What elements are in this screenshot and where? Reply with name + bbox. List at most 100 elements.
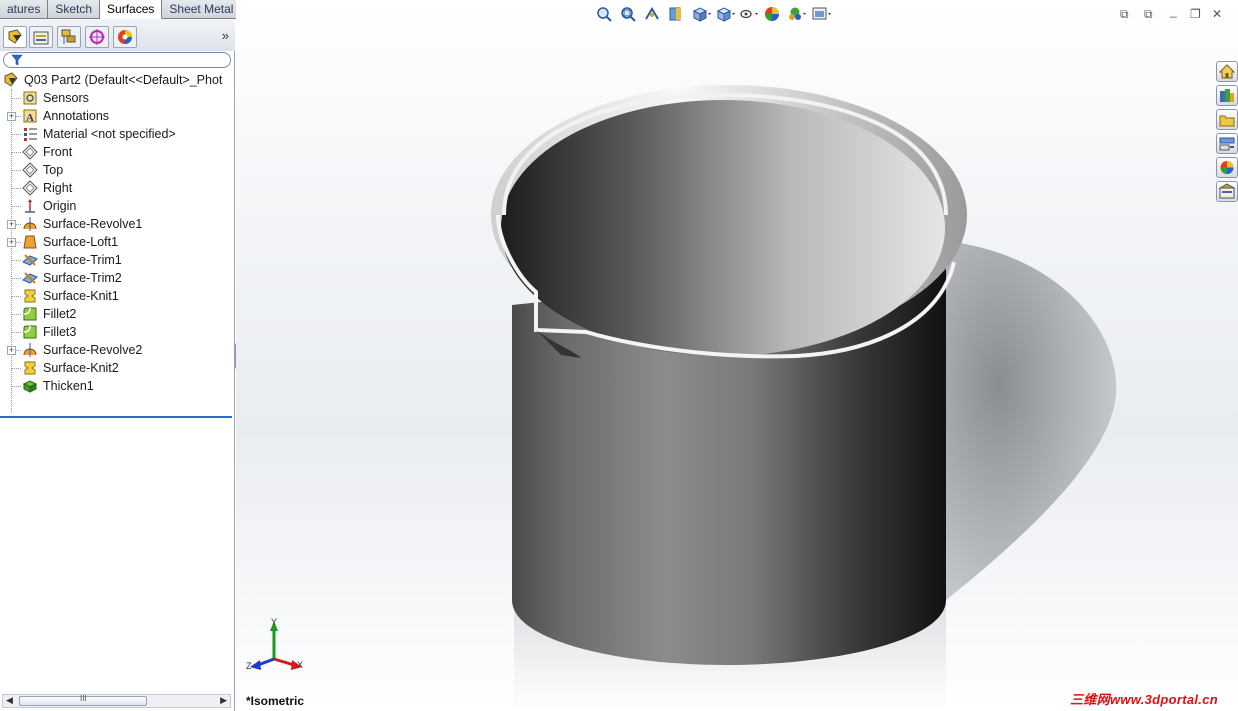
heads-up-view-toolbar [594, 5, 832, 25]
tree-item-label: Surface-Knit1 [43, 289, 119, 303]
appearances-icon[interactable] [1216, 157, 1238, 178]
surface-trim-icon [22, 272, 38, 284]
task-pane-tabs [1216, 61, 1238, 205]
display-style-icon[interactable] [714, 5, 736, 23]
section-view-icon[interactable] [666, 5, 688, 23]
tree-item-surface-trim2[interactable]: Surface-Trim2 [0, 269, 234, 287]
tree-item-origin[interactable]: Origin [0, 197, 234, 215]
triad-x-label: X [297, 660, 303, 670]
filter-icon [11, 54, 23, 66]
feature-manager-icon[interactable] [3, 26, 27, 48]
tile-right-icon[interactable]: ⧉ [1144, 7, 1153, 22]
tree-item-label: Front [43, 145, 73, 159]
watermark-text: 三维网www.3dportal.cn [1070, 692, 1218, 707]
plane-icon [22, 144, 38, 160]
surface-revolve-icon [23, 343, 37, 357]
feature-manager-panel: » Q03 Part2 (Default<<Default>_Phot Sens… [0, 19, 235, 711]
tree-item-surface-trim1[interactable]: Surface-Trim1 [0, 251, 234, 269]
tree-item-label: Right [43, 181, 73, 195]
view-settings-icon[interactable] [810, 5, 832, 23]
tree-item-label: Surface-Revolve2 [43, 343, 143, 357]
minimize-icon[interactable]: _ [1170, 4, 1177, 18]
tree-item-surface-revolve2[interactable]: + Surface-Revolve2 [0, 341, 234, 359]
tree-item-fillet2[interactable]: Fillet2 [0, 305, 234, 323]
tree-item-label: Sensors [43, 91, 89, 105]
tab-sketch[interactable]: Sketch [48, 0, 101, 19]
expand-toggle[interactable]: + [7, 238, 16, 247]
tab-atures[interactable]: atures [0, 0, 49, 19]
tree-item-label: Surface-Revolve1 [43, 217, 143, 231]
tree-item-label: Surface-Trim1 [43, 253, 122, 267]
view-orientation-label: *Isometric [246, 694, 305, 708]
tree-item-surface-knit2[interactable]: Surface-Knit2 [0, 359, 234, 377]
tile-left-icon[interactable]: ⧉ [1120, 7, 1129, 22]
tab-surfaces[interactable]: Surfaces [100, 0, 163, 19]
tree-item-right[interactable]: Right [0, 179, 234, 197]
tree-item-label: Top [43, 163, 64, 177]
tab-sheet-metal[interactable]: Sheet Metal [162, 0, 242, 19]
configuration-manager-icon[interactable] [57, 26, 81, 48]
scroll-grip: III [80, 694, 87, 703]
tree-item-surface-revolve1[interactable]: + Surface-Revolve1 [0, 215, 234, 233]
tree-root-part[interactable]: Q03 Part2 (Default<<Default>_Phot [0, 71, 234, 89]
tree-rollback-bar[interactable] [0, 416, 232, 418]
tree-item-sensors[interactable]: Sensors [0, 89, 234, 107]
material-icon [24, 128, 37, 141]
triad-z-label: Z [246, 661, 252, 671]
tree-item-top[interactable]: Top [0, 161, 234, 179]
scroll-right-arrow[interactable]: ▶ [220, 695, 227, 706]
tree-item-label: Surface-Knit2 [43, 361, 119, 375]
tree-item-label: Annotations [43, 109, 110, 123]
tree-horizontal-scrollbar[interactable]: ◀ III ▶ [2, 694, 231, 708]
file-explorer-icon[interactable] [1216, 109, 1238, 130]
tree-item-label: Origin [43, 199, 77, 213]
scroll-thumb[interactable]: III [19, 694, 147, 706]
dimxpert-manager-icon[interactable] [85, 26, 109, 48]
origin-icon [25, 199, 35, 213]
tree-item-surface-loft1[interactable]: + Surface-Loft1 [0, 233, 234, 251]
thicken-icon [22, 380, 38, 393]
beaker-model[interactable] [236, 0, 1238, 711]
plane-icon [22, 162, 38, 178]
graphics-area[interactable]: ⧉ ⧉ _ ❐ ✕ Y X Z *Isometric 三维网www.3dport… [236, 0, 1238, 711]
design-library-icon[interactable] [1216, 85, 1238, 106]
restore-icon[interactable]: ❐ [1190, 7, 1201, 21]
tree-item-label: Surface-Trim2 [43, 271, 122, 285]
surface-revolve-icon [23, 217, 37, 231]
tree-item-thicken1[interactable]: Thicken1 [0, 377, 234, 395]
tree-item-material-not-specified[interactable]: Material <not specified> [0, 125, 234, 143]
reference-triad: Y X Z [246, 617, 303, 671]
annotations-icon: A [23, 109, 37, 124]
home-icon[interactable] [1216, 61, 1238, 82]
tree-item-fillet3[interactable]: Fillet3 [0, 323, 234, 341]
scroll-left-arrow[interactable]: ◀ [6, 695, 13, 706]
feature-filter-input[interactable] [3, 52, 231, 68]
svg-text:A: A [26, 112, 34, 124]
previous-view-icon[interactable] [642, 5, 664, 23]
expand-panel-chevron[interactable]: » [222, 28, 229, 43]
tree-item-label: Fillet2 [43, 307, 77, 321]
view-orientation-icon[interactable] [690, 5, 712, 23]
view-palette-icon[interactable] [1216, 133, 1238, 154]
tree-item-surface-knit1[interactable]: Surface-Knit1 [0, 287, 234, 305]
property-manager-icon[interactable] [29, 26, 53, 48]
expand-toggle[interactable]: + [7, 220, 16, 229]
tree-item-label: Surface-Loft1 [43, 235, 119, 249]
expand-toggle[interactable]: + [7, 112, 16, 121]
fillet-icon [23, 307, 37, 321]
hide-show-items-icon[interactable] [738, 5, 760, 23]
zoom-to-area-icon[interactable] [618, 5, 640, 23]
edit-appearance-icon[interactable] [762, 5, 784, 23]
apply-scene-icon[interactable] [786, 5, 808, 23]
sensors-icon [23, 91, 37, 105]
custom-properties-icon[interactable] [1216, 181, 1238, 202]
tree-item-label: Fillet3 [43, 325, 77, 339]
surface-trim-icon [22, 254, 38, 266]
expand-toggle[interactable]: + [7, 346, 16, 355]
display-manager-icon[interactable] [113, 26, 137, 48]
surface-knit-icon [24, 361, 36, 375]
tree-item-front[interactable]: Front [0, 143, 234, 161]
close-icon[interactable]: ✕ [1212, 7, 1222, 21]
tree-item-annotations[interactable]: + A Annotations [0, 107, 234, 125]
zoom-to-fit-icon[interactable] [594, 5, 616, 23]
